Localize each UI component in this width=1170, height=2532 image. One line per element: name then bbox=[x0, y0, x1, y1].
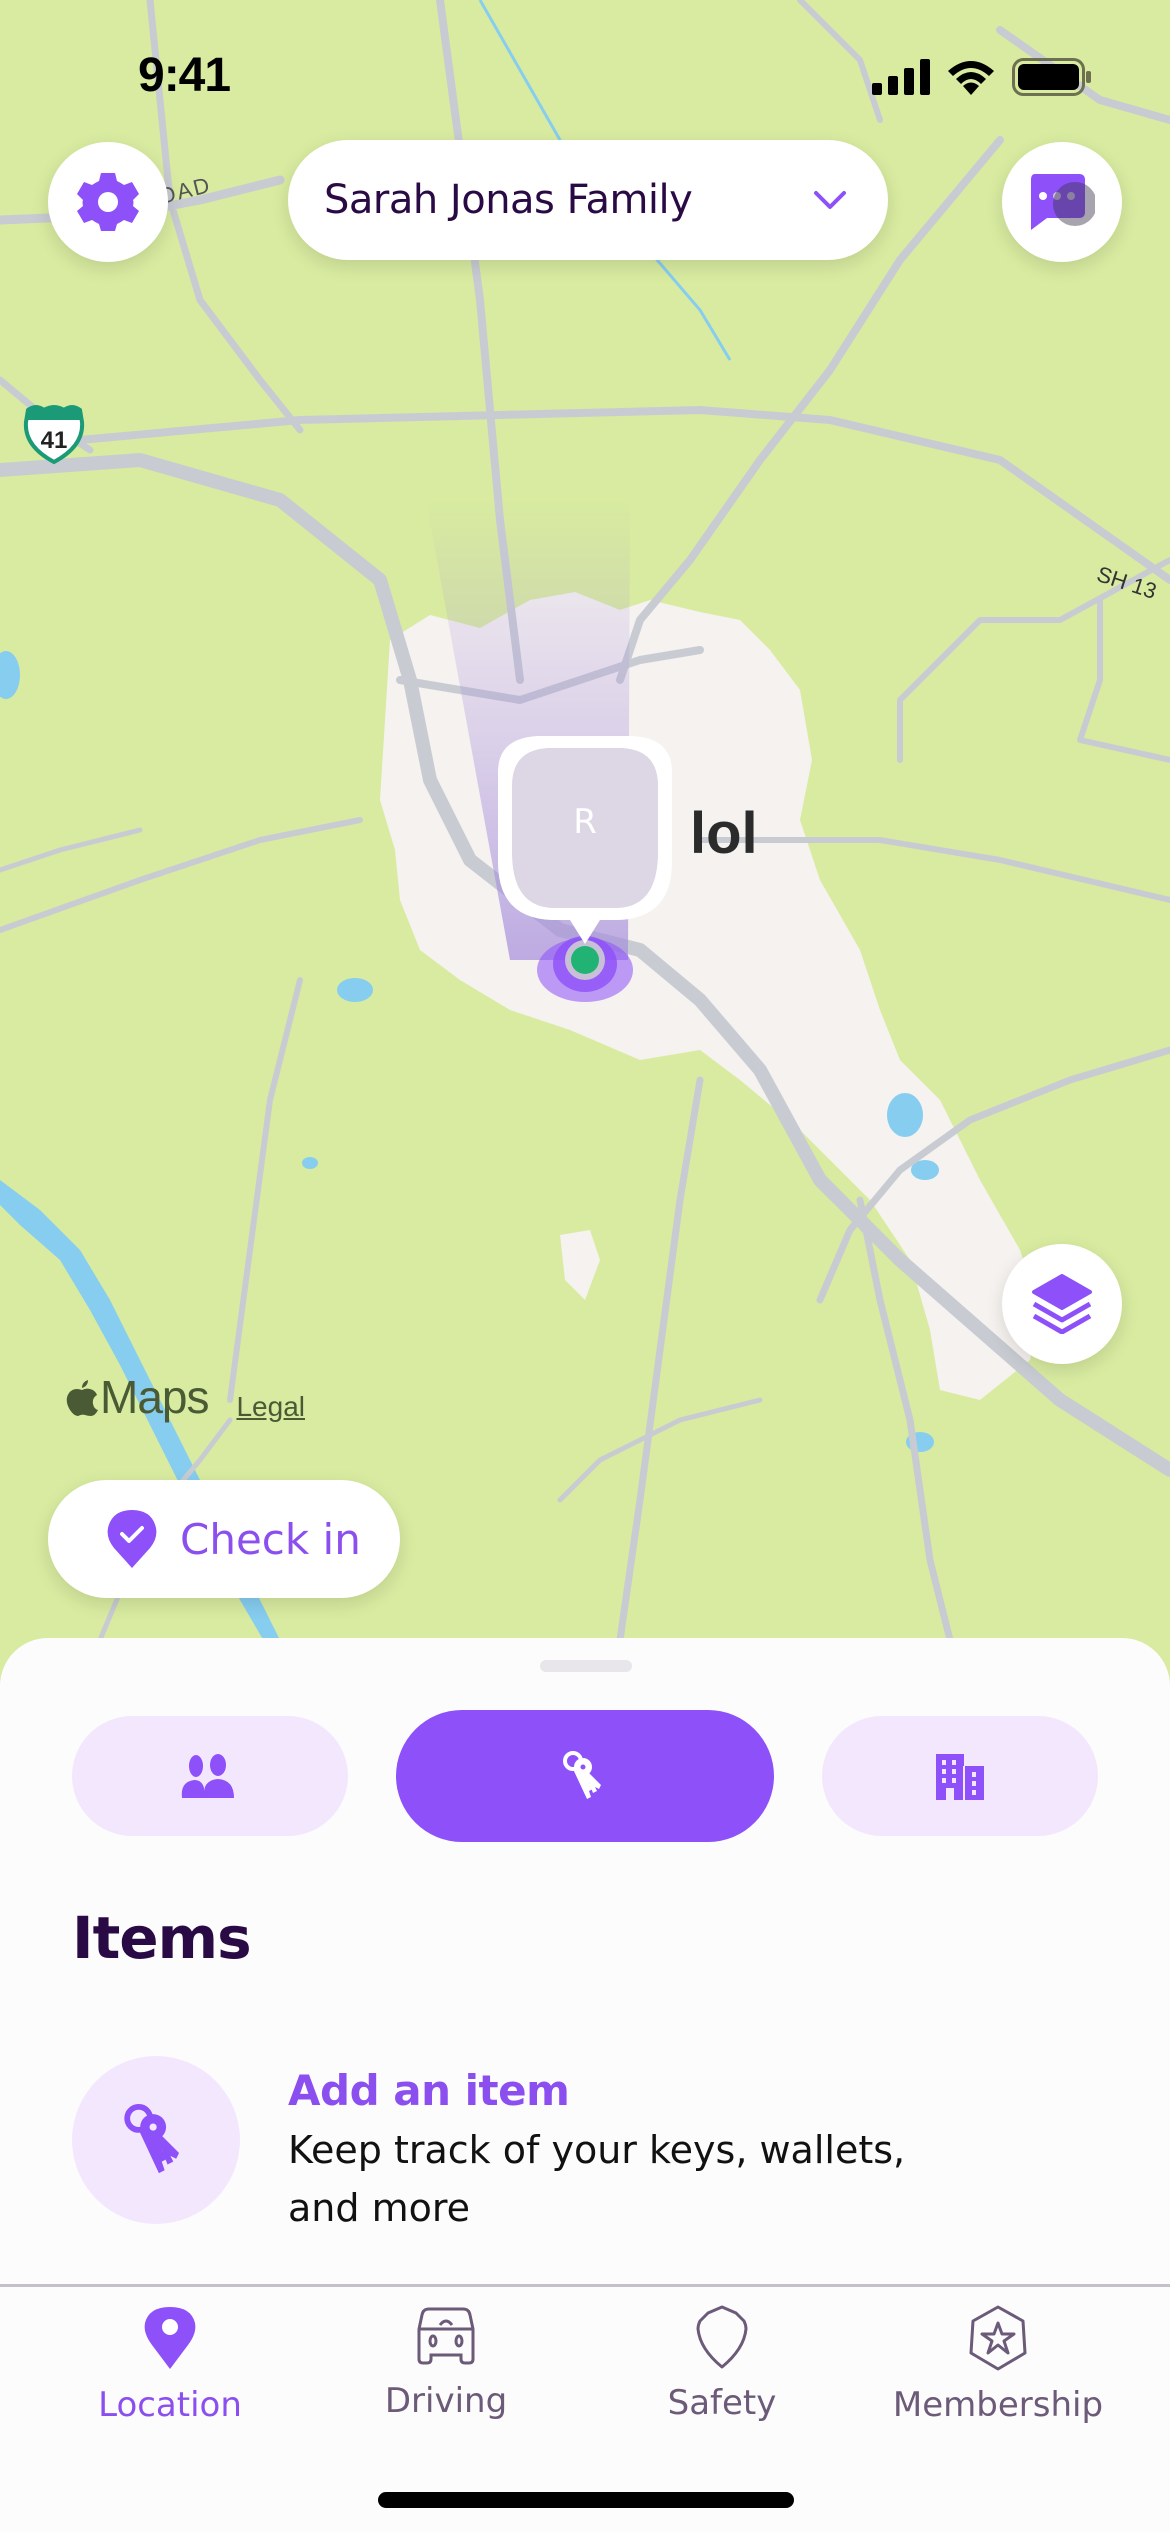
apple-icon bbox=[66, 1380, 98, 1416]
car-icon bbox=[417, 2307, 475, 2365]
cellular-signal-icon bbox=[872, 59, 930, 95]
map-attribution: Maps Legal bbox=[66, 1370, 305, 1424]
apple-maps-logo: Maps bbox=[66, 1370, 209, 1424]
legal-link[interactable]: Legal bbox=[236, 1391, 305, 1423]
map-layers-button[interactable] bbox=[1002, 1244, 1122, 1364]
layers-icon bbox=[1032, 1274, 1092, 1334]
check-in-label: Check in bbox=[180, 1514, 361, 1564]
shield-icon bbox=[696, 2305, 748, 2369]
chevron-down-icon bbox=[814, 191, 846, 209]
pond bbox=[887, 1093, 923, 1137]
urban-patch bbox=[560, 1230, 600, 1300]
maps-label: Maps bbox=[100, 1371, 209, 1423]
highway-shield-icon: 41 bbox=[23, 405, 85, 465]
family-name: Sarah Jonas Family bbox=[324, 177, 693, 223]
chat-bubble-icon bbox=[1031, 174, 1095, 230]
pond bbox=[302, 1157, 318, 1169]
tab-label: Location bbox=[98, 2385, 242, 2425]
check-pin-icon bbox=[107, 1510, 157, 1568]
keys-icon bbox=[124, 2104, 180, 2174]
messages-button[interactable] bbox=[1002, 142, 1122, 262]
section-title: Items bbox=[72, 1904, 252, 1972]
unread-overlay bbox=[1053, 182, 1095, 226]
home-indicator[interactable] bbox=[378, 2492, 794, 2508]
tab-safety[interactable]: Safety bbox=[597, 2305, 847, 2423]
segment-people[interactable] bbox=[72, 1716, 348, 1836]
tab-membership[interactable]: Membership bbox=[873, 2305, 1123, 2425]
star-badge-icon bbox=[969, 2305, 1027, 2371]
location-pin-icon bbox=[144, 2307, 196, 2369]
settings-button[interactable] bbox=[48, 142, 168, 262]
pond bbox=[337, 978, 373, 1002]
status-time: 9:41 bbox=[138, 49, 231, 102]
battery-icon bbox=[1012, 58, 1091, 96]
add-item-icon-circle bbox=[72, 2056, 240, 2224]
tab-location[interactable]: Location bbox=[45, 2305, 295, 2425]
add-item-row[interactable]: Add an item Keep track of your keys, wal… bbox=[72, 2056, 1102, 2236]
pond bbox=[0, 651, 20, 699]
tab-label: Membership bbox=[892, 2385, 1104, 2425]
check-in-button[interactable]: Check in bbox=[48, 1480, 400, 1598]
building-icon bbox=[936, 1754, 984, 1800]
add-item-description: Keep track of your keys, wallets, and mo… bbox=[288, 2128, 906, 2230]
segment-items[interactable] bbox=[396, 1710, 774, 1842]
family-selector[interactable]: Sarah Jonas Family bbox=[288, 140, 888, 260]
avatar-initial: R bbox=[573, 802, 597, 842]
people-icon bbox=[181, 1754, 234, 1798]
location-dot bbox=[571, 946, 599, 974]
segment-places[interactable] bbox=[822, 1716, 1098, 1836]
highway-number: 41 bbox=[41, 427, 68, 454]
sheet-grabber[interactable] bbox=[540, 1660, 632, 1672]
town-label: lol bbox=[690, 801, 758, 866]
wifi-icon bbox=[948, 61, 994, 95]
tab-driving[interactable]: Driving bbox=[321, 2305, 571, 2421]
status-icons bbox=[872, 58, 1092, 96]
add-item-title[interactable]: Add an item bbox=[288, 2066, 988, 2115]
tab-label: Safety bbox=[667, 2383, 777, 2423]
member-location-pin[interactable]: R bbox=[478, 732, 692, 1002]
gear-icon bbox=[77, 173, 139, 231]
tab-label: Driving bbox=[384, 2381, 508, 2421]
app-screen: OAD SH 13 41 lol R Maps Legal Check in 9… bbox=[0, 0, 1170, 2532]
keys-icon bbox=[563, 1751, 601, 1799]
